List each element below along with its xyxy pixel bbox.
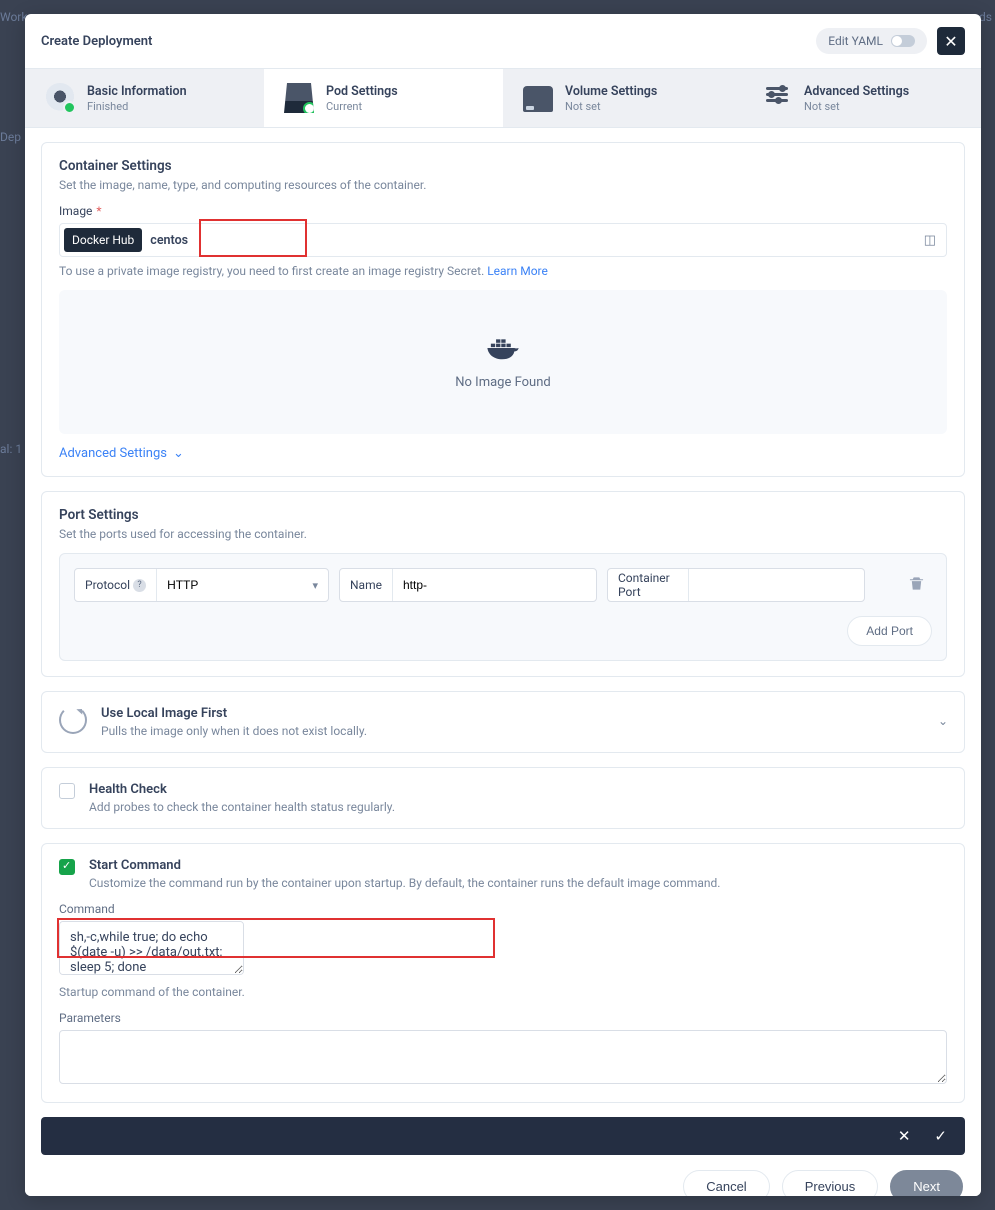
health-check-title: Health Check bbox=[89, 782, 395, 797]
image-input-row[interactable]: Docker Hub centos ◫ bbox=[59, 223, 947, 257]
start-command-desc: Customize the command run by the contain… bbox=[89, 876, 720, 890]
action-bar: ✕ ✓ bbox=[41, 1117, 965, 1155]
image-value: centos bbox=[150, 233, 188, 248]
dismiss-button[interactable]: ✕ bbox=[898, 1127, 911, 1145]
modal-body[interactable]: Container Settings Set the image, name, … bbox=[25, 128, 981, 1196]
docker-whale-icon bbox=[485, 335, 521, 361]
port-name-label: Name bbox=[340, 569, 393, 601]
health-check-checkbox[interactable] bbox=[59, 783, 75, 799]
cube-icon: ◫ bbox=[924, 233, 936, 248]
container-port-input[interactable] bbox=[689, 569, 864, 601]
use-local-desc: Pulls the image only when it does not ex… bbox=[101, 724, 367, 738]
add-port-button[interactable]: Add Port bbox=[847, 616, 932, 646]
modal-footer: Cancel Previous Next bbox=[25, 1155, 981, 1196]
port-settings-desc: Set the ports used for accessing the con… bbox=[59, 527, 947, 541]
start-command-checkbox[interactable] bbox=[59, 859, 75, 875]
check-icon: ✓ bbox=[934, 1127, 947, 1145]
toggle-switch-icon bbox=[891, 35, 915, 47]
port-entry-box: Protocol? HTTP ▾ Name Container Port bbox=[59, 553, 947, 661]
port-row: Protocol? HTTP ▾ Name Container Port bbox=[74, 568, 932, 602]
tab-basic-information[interactable]: Basic Information Finished bbox=[25, 69, 264, 127]
trash-icon bbox=[909, 575, 924, 591]
step-tabs: Basic Information Finished Pod Settings … bbox=[25, 69, 981, 128]
protocol-select[interactable]: HTTP bbox=[157, 569, 312, 601]
basic-info-icon bbox=[45, 83, 75, 113]
chevron-down-icon[interactable]: ⌄ bbox=[938, 714, 948, 728]
health-check-card: Health Check Add probes to check the con… bbox=[41, 767, 965, 829]
container-settings-card: Container Settings Set the image, name, … bbox=[41, 142, 965, 477]
create-deployment-modal: Create Deployment Edit YAML ✕ Basic Info… bbox=[25, 14, 981, 1196]
previous-button[interactable]: Previous bbox=[782, 1170, 879, 1196]
sliders-icon bbox=[762, 83, 792, 113]
close-icon: ✕ bbox=[898, 1127, 911, 1145]
chevron-down-icon: ⌄ bbox=[173, 446, 184, 461]
tab-pod-settings[interactable]: Pod Settings Current bbox=[264, 69, 503, 127]
next-button[interactable]: Next bbox=[890, 1170, 963, 1196]
confirm-button[interactable]: ✓ bbox=[934, 1127, 947, 1145]
protocol-field: Protocol? HTTP ▾ bbox=[74, 568, 329, 602]
modal-header: Create Deployment Edit YAML ✕ bbox=[25, 14, 981, 69]
image-hint: To use a private image registry, you nee… bbox=[59, 264, 947, 278]
container-port-label: Container Port bbox=[608, 569, 689, 601]
refresh-icon bbox=[59, 706, 87, 734]
advanced-settings-link[interactable]: Advanced Settings ⌄ bbox=[59, 446, 184, 461]
tab-advanced-settings[interactable]: Advanced Settings Not set bbox=[742, 69, 981, 127]
close-button[interactable]: ✕ bbox=[937, 27, 965, 55]
start-command-title: Start Command bbox=[89, 858, 720, 873]
parameters-label: Parameters bbox=[59, 1011, 121, 1025]
command-textarea[interactable] bbox=[59, 921, 244, 975]
help-icon[interactable]: ? bbox=[133, 579, 146, 592]
edit-yaml-label: Edit YAML bbox=[828, 34, 883, 48]
learn-more-link[interactable]: Learn More bbox=[487, 264, 548, 278]
edit-yaml-toggle[interactable]: Edit YAML bbox=[816, 28, 927, 54]
container-port-field: Container Port bbox=[607, 568, 865, 602]
use-local-title: Use Local Image First bbox=[101, 706, 367, 721]
parameters-textarea[interactable] bbox=[59, 1030, 947, 1084]
modal-title: Create Deployment bbox=[41, 34, 152, 49]
use-local-image-card[interactable]: Use Local Image First Pulls the image on… bbox=[41, 691, 965, 753]
container-settings-title: Container Settings bbox=[59, 158, 947, 174]
port-settings-card: Port Settings Set the ports used for acc… bbox=[41, 491, 965, 677]
cancel-button[interactable]: Cancel bbox=[683, 1170, 769, 1196]
port-settings-title: Port Settings bbox=[59, 507, 947, 523]
command-label: Command bbox=[59, 902, 115, 916]
pod-icon bbox=[284, 83, 314, 113]
chevron-down-icon: ▾ bbox=[312, 579, 318, 592]
close-icon: ✕ bbox=[944, 32, 957, 51]
no-image-panel: No Image Found bbox=[59, 290, 947, 434]
start-command-card: Start Command Customize the command run … bbox=[41, 843, 965, 1103]
command-help: Startup command of the container. bbox=[59, 985, 245, 999]
port-name-input[interactable] bbox=[393, 569, 596, 601]
health-check-desc: Add probes to check the container health… bbox=[89, 800, 395, 814]
docker-hub-badge[interactable]: Docker Hub bbox=[64, 228, 142, 252]
container-settings-desc: Set the image, name, type, and computing… bbox=[59, 178, 947, 192]
tab-volume-settings[interactable]: Volume Settings Not set bbox=[503, 69, 742, 127]
no-image-text: No Image Found bbox=[455, 375, 550, 390]
image-label: Image* bbox=[59, 204, 102, 218]
protocol-label: Protocol? bbox=[75, 569, 157, 601]
port-name-field: Name bbox=[339, 568, 597, 602]
delete-port-button[interactable] bbox=[909, 575, 924, 595]
volume-icon bbox=[523, 86, 553, 112]
